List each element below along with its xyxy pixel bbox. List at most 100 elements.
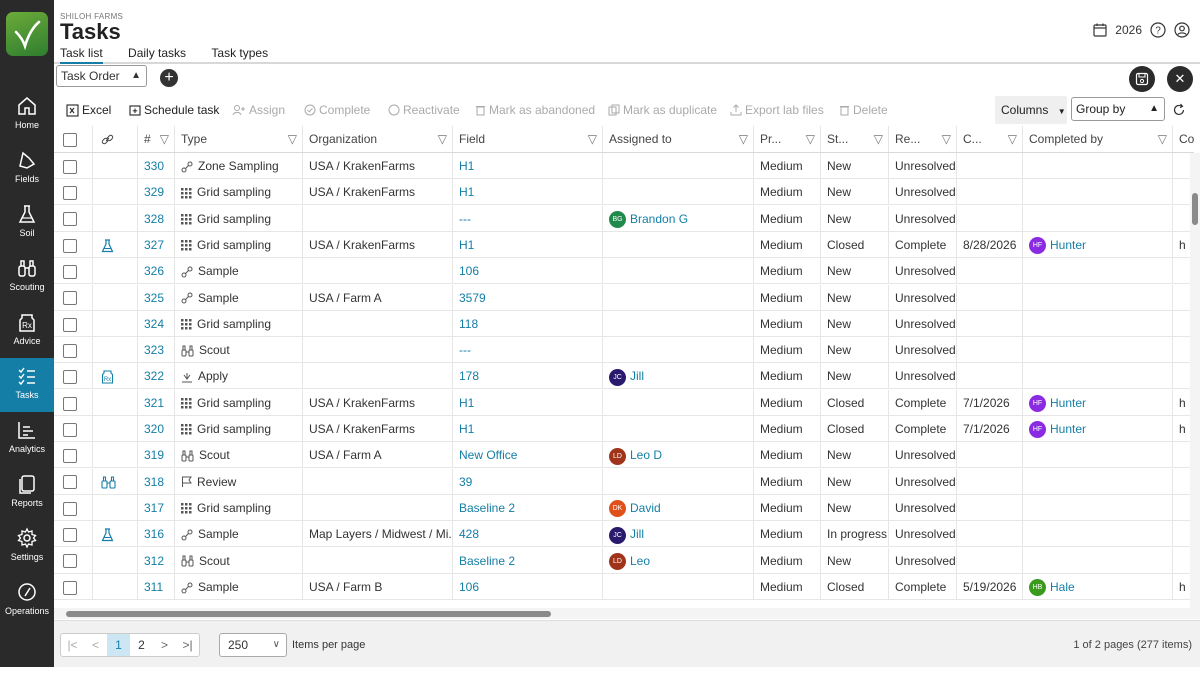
row-checkbox[interactable] [63, 396, 77, 411]
table-row[interactable]: 318 Review 39 Medium New Unresolved [54, 468, 1194, 495]
header-completed[interactable]: C... ▽ [957, 126, 1023, 152]
task-number-link[interactable]: 312 [144, 554, 164, 568]
header-field[interactable]: Field ▽ [453, 126, 603, 152]
horizontal-scrollbar[interactable] [54, 608, 1200, 619]
table-row[interactable]: 319 Scout USA / Farm A New Office LD Leo D Med… [54, 442, 1194, 469]
table-row[interactable]: 312 Scout Baseline 2 LD Leo Medium New Unresolv… [54, 547, 1194, 574]
header-resolution[interactable]: Re... ▽ [889, 126, 957, 152]
nav-item-operations[interactable]: Operations [0, 574, 54, 628]
header-link[interactable] [93, 126, 138, 152]
row-checkbox[interactable] [63, 528, 77, 543]
vertical-scroll-thumb[interactable] [1192, 193, 1198, 225]
field-link[interactable]: Baseline 2 [459, 501, 515, 515]
nav-item-advice[interactable]: Rx Advice [0, 304, 54, 358]
completed-by-link[interactable]: Hunter [1050, 422, 1086, 436]
row-checkbox[interactable] [63, 554, 77, 569]
page-1-button[interactable]: 1 [107, 634, 130, 656]
field-link[interactable]: New Office [459, 448, 517, 462]
table-row[interactable]: 320 Grid sampling USA / KrakenFarms H1 Mediu… [54, 416, 1194, 442]
binoculars-icon[interactable] [101, 476, 116, 489]
field-link[interactable]: Baseline 2 [459, 554, 515, 568]
export-lab-files-button[interactable]: Export lab files [730, 103, 824, 117]
table-row[interactable]: 329 Grid sampling USA / KrakenFarms H1 Mediu… [54, 179, 1194, 206]
nav-item-scouting[interactable]: Scouting [0, 250, 54, 304]
task-number-link[interactable]: 318 [144, 475, 164, 489]
task-number-link[interactable]: 321 [144, 396, 164, 410]
task-number-link[interactable]: 323 [144, 343, 164, 357]
task-number-link[interactable]: 326 [144, 264, 164, 278]
tab-task-types[interactable]: Task types [211, 46, 268, 62]
completed-by-link[interactable]: Hunter [1050, 238, 1086, 252]
tab-task-list[interactable]: Task list [60, 46, 103, 65]
task-number-link[interactable]: 316 [144, 527, 164, 541]
filter-icon[interactable]: ▽ [1008, 126, 1017, 152]
flask-icon[interactable] [101, 528, 114, 542]
first-page-button[interactable]: |< [61, 634, 84, 656]
nav-item-settings[interactable]: Settings [0, 520, 54, 574]
nav-item-fields[interactable]: Fields [0, 142, 54, 196]
completed-by-link[interactable]: Hale [1050, 580, 1075, 594]
complete-button[interactable]: Complete [304, 103, 370, 117]
calendar-icon[interactable] [1093, 23, 1107, 37]
assign-button[interactable]: Assign [232, 103, 285, 117]
assignee-link[interactable]: Leo D [630, 448, 662, 462]
row-checkbox[interactable] [63, 186, 77, 201]
row-checkbox[interactable] [63, 317, 77, 332]
task-number-link[interactable]: 325 [144, 291, 164, 305]
header-extra[interactable]: Co [1173, 126, 1194, 152]
row-checkbox[interactable] [63, 501, 77, 516]
page-2-button[interactable]: 2 [130, 634, 153, 656]
table-row[interactable]: 311 Sample USA / Farm B 106 Medium Closed Comp… [54, 573, 1194, 600]
prescription-icon[interactable]: Rx [101, 370, 114, 384]
field-link[interactable]: 106 [459, 264, 479, 278]
header-priority[interactable]: Pr... ▽ [754, 126, 821, 152]
table-row[interactable]: 317 Grid sampling Baseline 2 DK David Medium N… [54, 494, 1194, 521]
table-row[interactable]: Rx 322 Apply 178 JC Jill Medium New Unresolved [54, 363, 1194, 390]
header-status[interactable]: St... ▽ [821, 126, 889, 152]
completed-by-link[interactable]: Hunter [1050, 396, 1086, 410]
last-page-button[interactable]: >| [176, 634, 199, 656]
add-task-button[interactable]: + [160, 69, 178, 87]
row-checkbox[interactable] [63, 343, 77, 358]
app-logo[interactable] [6, 12, 48, 56]
task-number-link[interactable]: 320 [144, 422, 164, 436]
filter-icon[interactable]: ▽ [942, 126, 951, 152]
filter-icon[interactable]: ▽ [288, 126, 297, 152]
field-link[interactable]: 428 [459, 527, 479, 541]
filter-icon[interactable]: ▽ [739, 126, 748, 152]
prev-page-button[interactable]: < [84, 634, 107, 656]
row-checkbox[interactable] [63, 291, 77, 306]
task-number-link[interactable]: 319 [144, 448, 164, 462]
close-button[interactable]: ✕ [1167, 66, 1193, 92]
table-row[interactable]: 326 Sample 106 Medium New Unresolved [54, 258, 1194, 285]
filter-icon[interactable]: ▽ [1158, 126, 1167, 152]
row-checkbox[interactable] [63, 422, 77, 437]
row-checkbox[interactable] [63, 475, 77, 490]
field-link[interactable]: 178 [459, 369, 479, 383]
nav-item-home[interactable]: Home [0, 88, 54, 142]
table-row[interactable]: 316 Sample Map Layers / Midwest / Mi... 428… [54, 521, 1194, 548]
row-checkbox[interactable] [63, 265, 77, 280]
row-checkbox[interactable] [63, 370, 77, 385]
field-link[interactable]: 3579 [459, 291, 486, 305]
task-number-link[interactable]: 329 [144, 185, 164, 199]
field-link[interactable]: 106 [459, 580, 479, 594]
field-link[interactable]: H1 [459, 185, 474, 199]
nav-item-soil[interactable]: Soil [0, 196, 54, 250]
nav-item-reports[interactable]: Reports [0, 466, 54, 520]
field-link[interactable]: H1 [459, 422, 474, 436]
task-order-select[interactable]: Task Order ▲ [56, 65, 147, 87]
row-checkbox[interactable] [63, 212, 77, 227]
table-row[interactable]: 325 Sample USA / Farm A 3579 Medium New Unreso… [54, 284, 1194, 311]
field-link[interactable]: H1 [459, 159, 474, 173]
header-type[interactable]: Type ▽ [175, 126, 303, 152]
task-number-link[interactable]: 311 [144, 580, 163, 594]
assignee-link[interactable]: David [630, 501, 661, 515]
row-checkbox[interactable] [63, 449, 77, 464]
table-row[interactable]: 327 Grid sampling USA / KrakenFarms H1 Mediu… [54, 231, 1194, 258]
table-row[interactable]: 323 Scout --- Medium New Unresolved [54, 337, 1194, 364]
table-row[interactable]: 330 Zone Sampling USA / KrakenFarms H1 Mediu… [54, 153, 1194, 179]
mark-abandoned-button[interactable]: Mark as abandoned [475, 103, 595, 117]
assignee-link[interactable]: Jill [630, 369, 644, 383]
nav-item-analytics[interactable]: Analytics [0, 412, 54, 466]
